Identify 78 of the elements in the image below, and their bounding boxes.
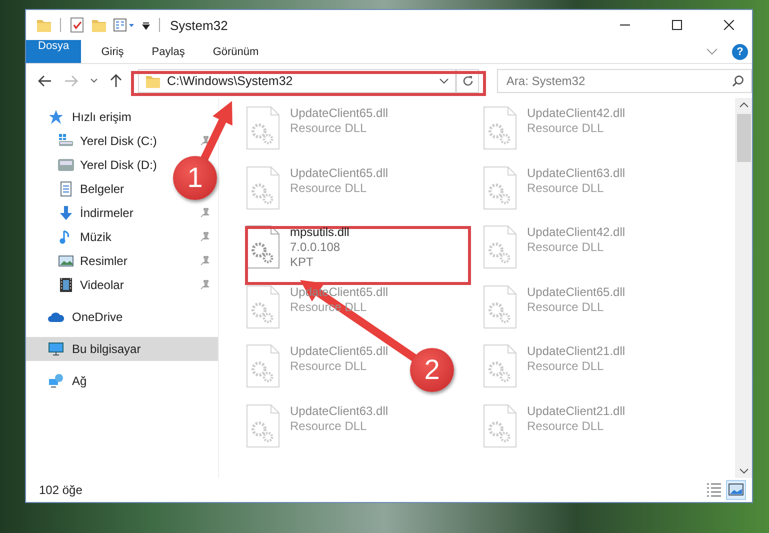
sidebar-item[interactable]: Belgeler — [80, 182, 124, 196]
ribbon-tab[interactable]: Görünüm — [198, 40, 273, 63]
ribbon-tab[interactable]: Giriş — [87, 40, 138, 63]
chevron-down-icon[interactable] — [706, 48, 718, 56]
search-icon — [732, 75, 744, 87]
file-name[interactable]: mpsutils.dll — [290, 225, 350, 240]
pin-icon[interactable] — [200, 232, 210, 242]
sidebar-item[interactable]: Müzik — [80, 230, 112, 244]
downloads-icon — [58, 205, 74, 221]
file-detail: Resource DLL — [527, 121, 604, 136]
file-detail: Resource DLL — [290, 418, 367, 434]
details-view-icon — [706, 482, 722, 498]
scrollbar-thumb[interactable] — [736, 114, 750, 162]
pin-icon[interactable] — [200, 256, 210, 266]
window-title: System32 — [170, 18, 228, 32]
videos-icon — [58, 277, 74, 293]
gear-file-icon — [246, 344, 280, 388]
gear-file-icon — [246, 404, 280, 448]
pin-icon[interactable] — [200, 208, 210, 218]
sidebar-item[interactable]: Hızlı erişim — [72, 110, 132, 124]
system-drive-icon — [58, 133, 74, 149]
scroll-up-icon[interactable] — [738, 102, 748, 108]
file-detail: KPT — [290, 255, 314, 270]
pictures-icon — [58, 253, 74, 269]
properties-icon[interactable] — [113, 17, 135, 33]
help-button[interactable]: ? — [732, 44, 748, 60]
file-detail: Resource DLL — [527, 240, 604, 255]
sidebar-item[interactable]: Yerel Disk (D:) — [80, 158, 157, 172]
sidebar-item[interactable]: Ağ — [72, 374, 87, 388]
maximize-icon — [672, 20, 682, 30]
file-detail: Resource DLL — [290, 121, 367, 136]
file-detail: Resource DLL — [527, 180, 604, 196]
back-arrow-icon[interactable] — [38, 75, 52, 87]
sidebar-item[interactable]: Videolar — [80, 278, 124, 292]
gear-file-icon — [246, 225, 280, 269]
checklist-icon[interactable] — [69, 17, 85, 33]
quick-access-icon — [48, 109, 64, 125]
computer-icon — [48, 341, 64, 357]
pin-icon[interactable] — [200, 136, 210, 146]
large-icons-view-icon — [728, 482, 744, 498]
up-arrow-icon[interactable] — [110, 74, 122, 88]
gear-file-icon — [483, 284, 517, 328]
sidebar-item[interactable]: Yerel Disk (C:) — [80, 134, 157, 148]
sidebar-item[interactable]: Bu bilgisayar — [26, 337, 218, 361]
gear-file-icon — [483, 344, 517, 388]
folder-icon — [145, 73, 161, 89]
gear-file-icon — [483, 404, 517, 448]
gear-file-icon — [246, 166, 280, 210]
gear-file-icon — [246, 106, 280, 150]
gear-file-icon — [483, 166, 517, 210]
sidebar-item[interactable]: Resimler — [80, 254, 128, 268]
file-detail: Resource DLL — [527, 418, 604, 434]
view-button[interactable] — [726, 480, 746, 500]
address-path: C:\Windows\System32 — [167, 74, 293, 88]
scrollbar[interactable] — [735, 98, 752, 478]
file-detail: 7.0.0.108 — [290, 240, 340, 255]
pin-icon[interactable] — [200, 280, 210, 290]
item-count: 102 öğe — [39, 483, 82, 497]
file-menu-tab[interactable]: Dosya — [26, 40, 82, 63]
documents-icon — [58, 181, 74, 197]
network-icon — [48, 373, 64, 389]
scroll-down-icon[interactable] — [738, 468, 748, 474]
file-detail: Resource DLL — [290, 180, 367, 196]
gear-file-icon — [483, 106, 517, 150]
sidebar-item[interactable]: OneDrive — [72, 310, 123, 324]
file-detail: Resource DLL — [527, 300, 604, 314]
address-field[interactable]: C:\Windows\System32 — [138, 69, 456, 93]
drive-icon — [58, 157, 74, 173]
gear-file-icon — [246, 284, 280, 328]
file-detail: Resource DLL — [527, 359, 604, 374]
sidebar-item[interactable]: İndirmeler — [80, 206, 134, 220]
dropdown-caret-icon[interactable] — [439, 78, 450, 84]
ribbon-tab[interactable]: Paylaş — [138, 40, 199, 63]
close-icon — [724, 20, 734, 30]
refresh-icon — [462, 75, 474, 87]
file-detail: Resource DLL — [290, 359, 367, 374]
gear-file-icon — [483, 225, 517, 269]
search-field[interactable]: Ara: System32 — [497, 69, 752, 93]
